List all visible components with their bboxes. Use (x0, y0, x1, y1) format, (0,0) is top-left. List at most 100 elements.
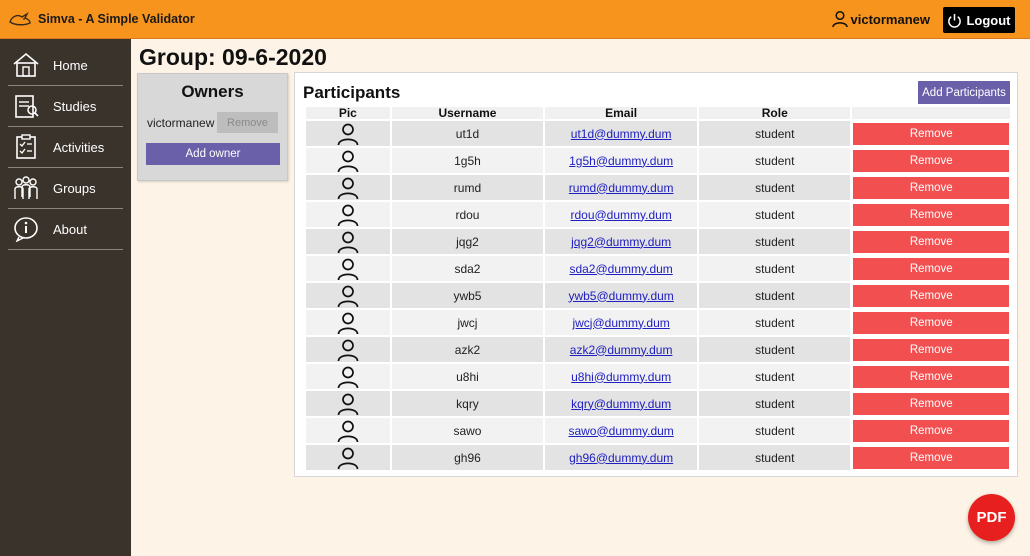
remove-participant-button[interactable]: Remove (853, 419, 1009, 442)
pdf-export-button[interactable]: PDF (968, 494, 1015, 541)
studies-icon (15, 95, 39, 118)
participant-email-link[interactable]: ut1d@dummy.dum (571, 127, 672, 141)
participant-email-link[interactable]: 1g5h@dummy.dum (569, 154, 673, 168)
table-row: sda2 sda2@dummy.dum student Remove (306, 256, 1010, 281)
remove-owner-button[interactable]: Remove (217, 112, 278, 133)
participant-email-link[interactable]: sawo@dummy.dum (568, 424, 673, 438)
sidebar-item-label: Activities (53, 139, 105, 155)
sidebar-item-groups[interactable]: Groups (8, 168, 123, 209)
participant-email-link[interactable]: rumd@dummy.dum (569, 181, 674, 195)
logout-button[interactable]: Logout (943, 7, 1015, 33)
remove-participant-button[interactable]: Remove (853, 257, 1009, 280)
table-row: ywb5 ywb5@dummy.dum student Remove (306, 283, 1010, 308)
participant-action-cell: Remove (852, 418, 1010, 443)
participant-pic (306, 310, 390, 335)
add-participants-button[interactable]: Add Participants (918, 81, 1010, 104)
owners-title: Owners (181, 82, 244, 101)
user-avatar-icon (337, 231, 359, 253)
remove-participant-button[interactable]: Remove (853, 311, 1009, 334)
sidebar-item-about[interactable]: About (8, 209, 123, 250)
participant-username: gh96 (391, 445, 544, 470)
participant-pic (306, 121, 390, 146)
participant-email-link[interactable]: jwcj@dummy.dum (572, 316, 669, 330)
column-header-username: Username (391, 107, 544, 119)
participant-pic (306, 202, 390, 227)
participant-email-link[interactable]: gh96@dummy.dum (569, 451, 673, 465)
remove-participant-button[interactable]: Remove (853, 149, 1009, 172)
user-avatar-icon (337, 177, 359, 199)
participant-pic (306, 256, 390, 281)
user-avatar-icon (337, 339, 359, 361)
sidebar-item-label: Studies (53, 98, 97, 114)
user-avatar-icon (337, 420, 359, 442)
sidebar-item-home[interactable]: Home (8, 45, 123, 86)
add-owner-button[interactable]: Add owner (146, 143, 280, 165)
participant-email-link[interactable]: kqry@dummy.dum (571, 397, 671, 411)
top-bar: Simva - A Simple Validator victormanew L… (0, 0, 1030, 39)
participant-email-cell: ywb5@dummy.dum (545, 283, 698, 308)
brand[interactable]: Simva - A Simple Validator (8, 10, 195, 28)
sidebar-item-studies[interactable]: Studies (8, 86, 123, 127)
user-avatar-icon (337, 366, 359, 388)
remove-participant-button[interactable]: Remove (853, 392, 1009, 415)
participant-email-link[interactable]: ywb5@dummy.dum (568, 289, 673, 303)
participant-email-link[interactable]: rdou@dummy.dum (570, 208, 671, 222)
participant-action-cell: Remove (852, 148, 1010, 173)
participant-role: student (699, 256, 851, 281)
participant-pic (306, 229, 390, 254)
participant-action-cell: Remove (852, 445, 1010, 470)
sidebar-item-label: Home (53, 57, 88, 73)
participant-email-cell: sda2@dummy.dum (545, 256, 698, 281)
participant-pic (306, 175, 390, 200)
remove-participant-button[interactable]: Remove (853, 365, 1009, 388)
participant-role: student (699, 202, 851, 227)
remove-participant-button[interactable]: Remove (853, 203, 1009, 226)
user-avatar-icon (337, 204, 359, 226)
sidebar: Home Studies Activities Groups About (0, 39, 131, 556)
participant-pic (306, 364, 390, 389)
column-header-pic: Pic (306, 107, 390, 119)
user-avatar-icon (337, 447, 359, 469)
participant-action-cell: Remove (852, 175, 1010, 200)
participant-email-link[interactable]: sda2@dummy.dum (569, 262, 672, 276)
table-row: sawo sawo@dummy.dum student Remove (306, 418, 1010, 443)
participant-username: rumd (391, 175, 544, 200)
user-menu[interactable]: victormanew (831, 10, 930, 28)
remove-participant-button[interactable]: Remove (853, 338, 1009, 361)
participant-action-cell: Remove (852, 310, 1010, 335)
participant-role: student (699, 337, 851, 362)
participant-role: student (699, 121, 851, 146)
remove-participant-button[interactable]: Remove (853, 230, 1009, 253)
participant-role: student (699, 175, 851, 200)
participant-email-cell: sawo@dummy.dum (545, 418, 698, 443)
user-avatar-icon (337, 393, 359, 415)
remove-participant-button[interactable]: Remove (853, 176, 1009, 199)
sidebar-item-activities[interactable]: Activities (8, 127, 123, 168)
participant-email-link[interactable]: azk2@dummy.dum (570, 343, 673, 357)
remove-participant-button[interactable]: Remove (853, 446, 1009, 469)
participant-username: ut1d (391, 121, 544, 146)
participant-username: u8hi (391, 364, 544, 389)
participant-email-cell: kqry@dummy.dum (545, 391, 698, 416)
participant-email-cell: rumd@dummy.dum (545, 175, 698, 200)
participant-email-link[interactable]: u8hi@dummy.dum (571, 370, 671, 384)
participant-pic (306, 445, 390, 470)
participant-action-cell: Remove (852, 364, 1010, 389)
remove-participant-button[interactable]: Remove (853, 284, 1009, 307)
participant-action-cell: Remove (852, 256, 1010, 281)
table-row: rdou rdou@dummy.dum student Remove (306, 202, 1010, 227)
participant-email-cell: 1g5h@dummy.dum (545, 148, 698, 173)
app-title: Simva - A Simple Validator (38, 12, 195, 26)
user-avatar-icon (337, 312, 359, 334)
column-header-email: Email (545, 107, 698, 119)
participant-pic (306, 337, 390, 362)
participant-username: sda2 (391, 256, 544, 281)
participant-username: kqry (391, 391, 544, 416)
participant-username: rdou (391, 202, 544, 227)
participant-email-link[interactable]: jqg2@dummy.dum (571, 235, 671, 249)
page-title: Group: 09-6-2020 (139, 44, 327, 70)
participant-role: student (699, 148, 851, 173)
user-avatar-icon (337, 285, 359, 307)
table-row: azk2 azk2@dummy.dum student Remove (306, 337, 1010, 362)
remove-participant-button[interactable]: Remove (853, 122, 1009, 145)
